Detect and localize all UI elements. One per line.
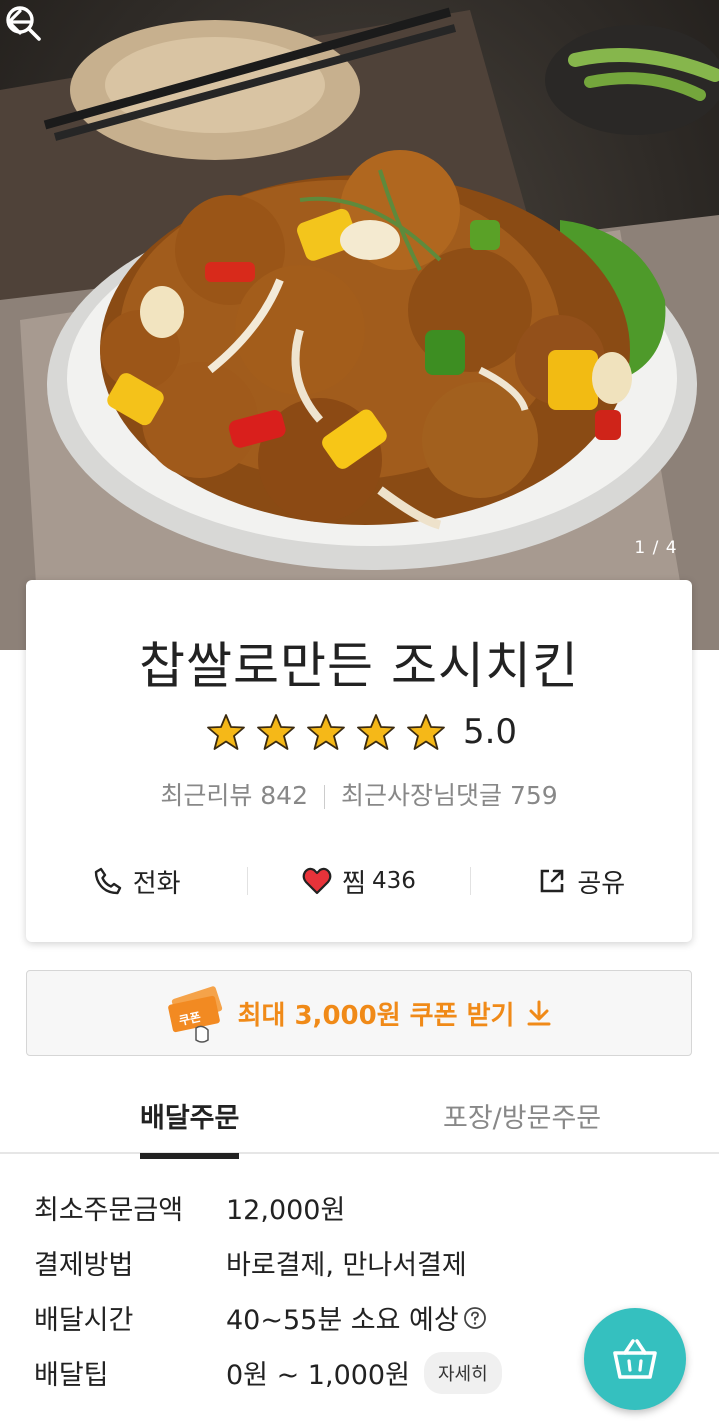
share-button[interactable]: 공유 — [471, 863, 692, 900]
star-icon — [357, 714, 395, 750]
share-icon — [541, 869, 564, 893]
replies-count: 759 — [509, 781, 558, 810]
rating-value: 5.0 — [462, 712, 518, 752]
coupon-download-banner[interactable]: 쿠폰 최대 3,000원 쿠폰 받기 — [26, 970, 692, 1056]
star-icon — [207, 714, 245, 750]
star-icon — [407, 714, 445, 750]
coupon-ticket-icon: 쿠폰 — [167, 986, 222, 1043]
page-separator: / — [652, 538, 660, 558]
shopping-basket-icon — [613, 1339, 657, 1379]
payment-value: 바로결제, 만나서결제 — [226, 1250, 467, 1281]
info-row-min-order: 최소주문금액 12,000원 — [34, 1180, 674, 1235]
favorite-count: 436 — [372, 868, 416, 894]
photo-page-indicator: 1 / 4 — [626, 538, 686, 558]
star-icon — [257, 714, 295, 750]
delivery-tip-value-wrap: 0원 ~ 1,000원 자세히 — [226, 1351, 502, 1394]
reviews-count: 842 — [260, 781, 308, 810]
store-info-card: 찹쌀로만든 조시치킨 5.0 최근리뷰 842 최근사장님댓글 759 전화 찜 … — [26, 580, 692, 942]
store-actions: 전화 찜 436 공유 — [26, 846, 692, 916]
reviews-label: 최근리뷰 — [160, 781, 253, 810]
info-row-payment: 결제방법 바로결제, 만나서결제 — [34, 1235, 674, 1290]
info-row-delivery-time: 배달시간 40~55분 소요 예상 — [34, 1290, 674, 1345]
delivery-tip-label: 배달팁 — [34, 1360, 109, 1391]
order-type-tabs: 배달주문 포장/방문주문 — [0, 1086, 719, 1159]
share-label: 공유 — [577, 868, 626, 899]
review-divider — [324, 785, 325, 809]
favorite-button[interactable]: 찜 436 — [248, 863, 469, 900]
store-photo-carousel[interactable]: 1 / 4 — [0, 0, 719, 650]
delivery-time-label: 배달시간 — [34, 1305, 134, 1336]
favorite-label: 찜 — [342, 868, 366, 899]
food-photo — [0, 7, 719, 650]
replies-label: 최근사장님댓글 — [341, 781, 503, 810]
review-summary: 최근리뷰 842 최근사장님댓글 759 — [26, 776, 692, 812]
cart-button[interactable] — [584, 1308, 686, 1410]
delivery-time-value: 40~55분 소요 예상 — [226, 1305, 459, 1336]
store-name: 찹쌀로만든 조시치킨 — [139, 637, 579, 695]
heart-icon — [302, 867, 332, 895]
help-circle-icon[interactable] — [463, 1306, 487, 1330]
delivery-info-list: 최소주문금액 12,000원 결제방법 바로결제, 만나서결제 배달시간 40~… — [34, 1180, 674, 1400]
owner-replies-link[interactable]: 최근사장님댓글 759 — [341, 781, 558, 810]
delivery-tip-detail-button[interactable]: 자세히 — [423, 1351, 502, 1394]
call-label: 전화 — [132, 868, 181, 899]
page-total: 4 — [665, 538, 678, 558]
delivery-time-value-wrap: 40~55분 소요 예상 — [226, 1298, 487, 1337]
recent-reviews-link[interactable]: 최근리뷰 842 — [160, 781, 308, 810]
tab-delivery-order[interactable]: 배달주문 — [140, 1096, 240, 1159]
star-icon — [307, 714, 345, 750]
phone-icon — [94, 867, 121, 895]
info-row-delivery-tip: 배달팁 0원 ~ 1,000원 자세히 — [34, 1345, 674, 1400]
coupon-label: 최대 3,000원 쿠폰 받기 — [237, 1000, 515, 1031]
search-icon[interactable] — [0, 0, 46, 46]
download-arrow-icon — [527, 1000, 551, 1026]
min-order-label: 최소주문금액 — [34, 1195, 184, 1226]
payment-label: 결제방법 — [34, 1250, 134, 1281]
delivery-tip-value: 0원 ~ 1,000원 — [226, 1360, 410, 1391]
page-current: 1 — [634, 538, 647, 558]
min-order-value: 12,000원 — [226, 1195, 346, 1226]
rating-row: 5.0 — [26, 710, 692, 754]
call-button[interactable]: 전화 — [26, 863, 247, 900]
tab-pickup-order[interactable]: 포장/방문주문 — [443, 1096, 601, 1153]
